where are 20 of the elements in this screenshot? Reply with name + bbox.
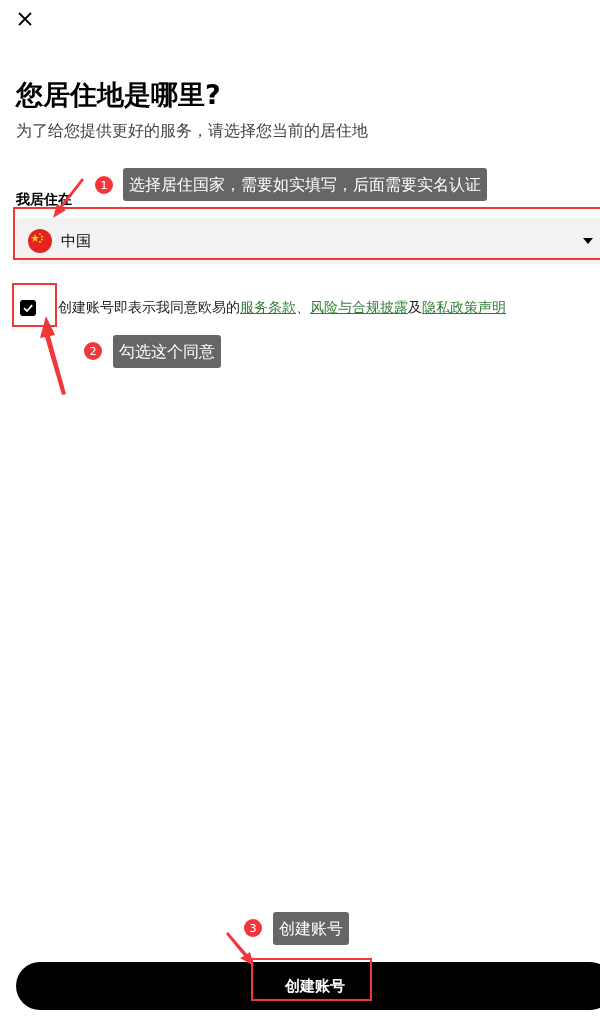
arrow-drawing — [224, 932, 256, 968]
step-badge: 2 — [84, 342, 102, 360]
caret-icon — [583, 238, 593, 244]
terms-link[interactable]: 风险与合规披露 — [310, 299, 408, 315]
step-badge: 3 — [244, 919, 262, 937]
page-subtitle: 为了给您提供更好的服务，请选择您当前的居住地 — [16, 120, 369, 142]
annotation-tooltip: 创建账号 — [273, 912, 349, 945]
highlight-frame — [12, 283, 57, 327]
close-icon[interactable] — [17, 11, 33, 27]
agreement-text: 创建账号即表示我同意欧易的服务条款、风险与合规披露及隐私政策声明 — [58, 299, 506, 317]
create-account-button[interactable]: 创建账号 — [16, 962, 600, 1010]
flag-icon — [28, 229, 52, 253]
annotation-tooltip: 选择居住国家，需要如实填写，后面需要实名认证 — [123, 168, 487, 201]
country-select[interactable]: 中国 — [16, 218, 600, 264]
checkbox[interactable] — [20, 300, 36, 316]
annotation-tooltip: 勾选这个同意 — [113, 335, 221, 368]
page-title: 您居住地是哪里? — [16, 78, 222, 112]
terms-link[interactable]: 隐私政策声明 — [422, 299, 506, 315]
step-badge: 1 — [95, 176, 113, 194]
terms-link[interactable]: 服务条款 — [240, 299, 296, 315]
